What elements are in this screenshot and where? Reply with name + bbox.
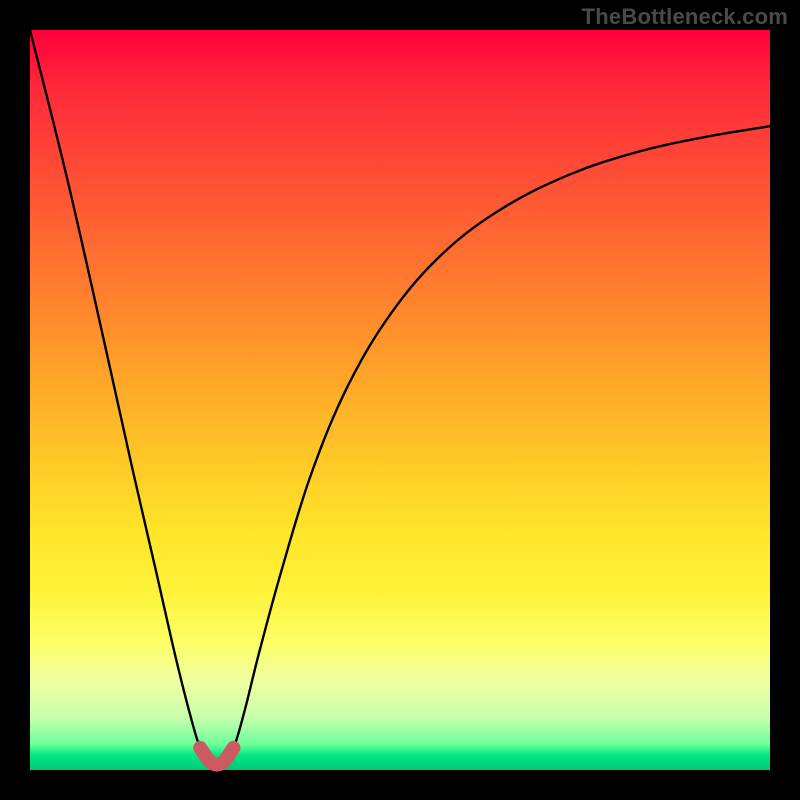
chart-plot-area <box>30 30 770 770</box>
chart-svg <box>30 30 770 770</box>
optimal-zone-marker <box>200 748 233 765</box>
bottleneck-curve-path <box>30 30 770 765</box>
watermark-text: TheBottleneck.com <box>582 4 788 30</box>
